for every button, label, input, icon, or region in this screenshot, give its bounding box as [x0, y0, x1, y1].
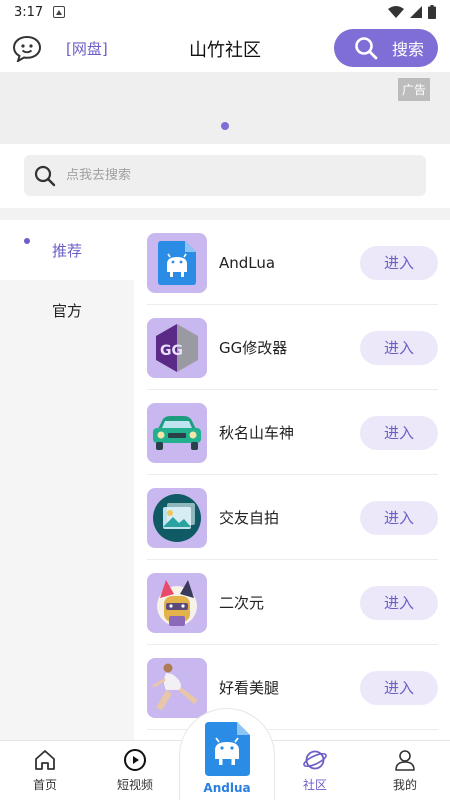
enter-button[interactable]: 进入 — [360, 245, 438, 280]
yoga-pose-icon — [147, 657, 207, 718]
tab-label: 首页 — [32, 778, 57, 792]
car-icon — [147, 402, 207, 463]
sidebar-item-label: 官方 — [51, 301, 82, 320]
enter-button[interactable]: 进入 — [360, 415, 438, 450]
search-button[interactable]: 搜索 — [334, 29, 438, 67]
android-file-icon — [147, 232, 207, 293]
notification-icon — [53, 6, 66, 18]
wifi-icon — [388, 6, 404, 18]
sidebar-item-label: 推荐 — [51, 241, 82, 260]
signal-icon — [410, 6, 422, 18]
tab-short-video[interactable]: 短视频 — [90, 741, 180, 800]
tab-home[interactable]: 首页 — [0, 741, 90, 800]
search-button-label: 搜索 — [392, 40, 425, 59]
chat-bubble-icon[interactable] — [12, 34, 42, 62]
list-item[interactable]: 交友自拍 进入 — [134, 475, 450, 560]
tab-label: 社区 — [302, 778, 327, 792]
active-indicator — [24, 238, 30, 244]
sidebar-item-recommend[interactable]: 推荐 — [0, 220, 134, 280]
tab-label: 我的 — [392, 778, 417, 792]
ad-tag: 广告 — [397, 78, 430, 101]
enter-button[interactable]: 进入 — [360, 330, 438, 365]
gg-logo-icon: GG — [147, 317, 207, 378]
app-bar: [网盘] 山竹社区 搜索 — [0, 24, 450, 72]
gallery-icon — [147, 487, 207, 548]
list-item[interactable]: 秋名山车神 进入 — [134, 390, 450, 475]
app-name: 秋名山车神 — [219, 424, 295, 442]
search-icon — [355, 37, 378, 60]
app-name: AndLua — [219, 253, 276, 272]
search-icon — [34, 165, 56, 186]
tab-label: 短视频 — [116, 778, 153, 792]
home-icon — [35, 750, 55, 770]
tab-community[interactable]: 社区 — [270, 741, 360, 800]
app-name: 好看美腿 — [219, 679, 280, 697]
app-list: AndLua 进入 GG GG修改器 进入 秋名山车神 进入 交友自拍 进入 二… — [134, 220, 450, 740]
enter-button[interactable]: 进入 — [360, 670, 438, 705]
play-circle-icon — [124, 749, 146, 771]
tab-andlua[interactable]: Andlua — [179, 708, 275, 800]
tab-label: Andlua — [203, 781, 251, 795]
banner-page-indicator — [221, 122, 229, 130]
search-section — [0, 144, 450, 208]
sidebar-item-official[interactable]: 官方 — [0, 280, 134, 340]
app-name: GG修改器 — [219, 339, 288, 357]
status-time: 3:17 — [14, 4, 44, 20]
app-name: 交友自拍 — [219, 509, 280, 527]
anime-character-icon — [147, 572, 207, 633]
user-icon — [395, 750, 415, 771]
battery-icon — [428, 5, 436, 19]
android-file-icon — [205, 722, 250, 776]
app-name: 二次元 — [219, 594, 265, 612]
search-bar[interactable] — [24, 155, 426, 196]
planet-icon — [303, 750, 327, 770]
ad-banner[interactable]: 广告 — [0, 72, 450, 144]
enter-button[interactable]: 进入 — [360, 500, 438, 535]
tab-profile[interactable]: 我的 — [360, 741, 450, 800]
list-item[interactable]: 好看美腿 进入 — [134, 645, 450, 730]
svg-text:GG: GG — [160, 343, 183, 359]
netdisk-link[interactable]: [网盘] — [66, 38, 108, 59]
search-input[interactable] — [66, 168, 366, 183]
category-sidebar: 推荐 官方 — [0, 220, 134, 740]
list-item[interactable]: AndLua 进入 — [134, 220, 450, 305]
enter-button[interactable]: 进入 — [360, 585, 438, 620]
section-divider — [0, 208, 450, 220]
list-item[interactable]: GG GG修改器 进入 — [134, 305, 450, 390]
status-bar: 3:17 — [0, 0, 450, 24]
list-item[interactable]: 二次元 进入 — [134, 560, 450, 645]
status-icons — [388, 5, 436, 19]
